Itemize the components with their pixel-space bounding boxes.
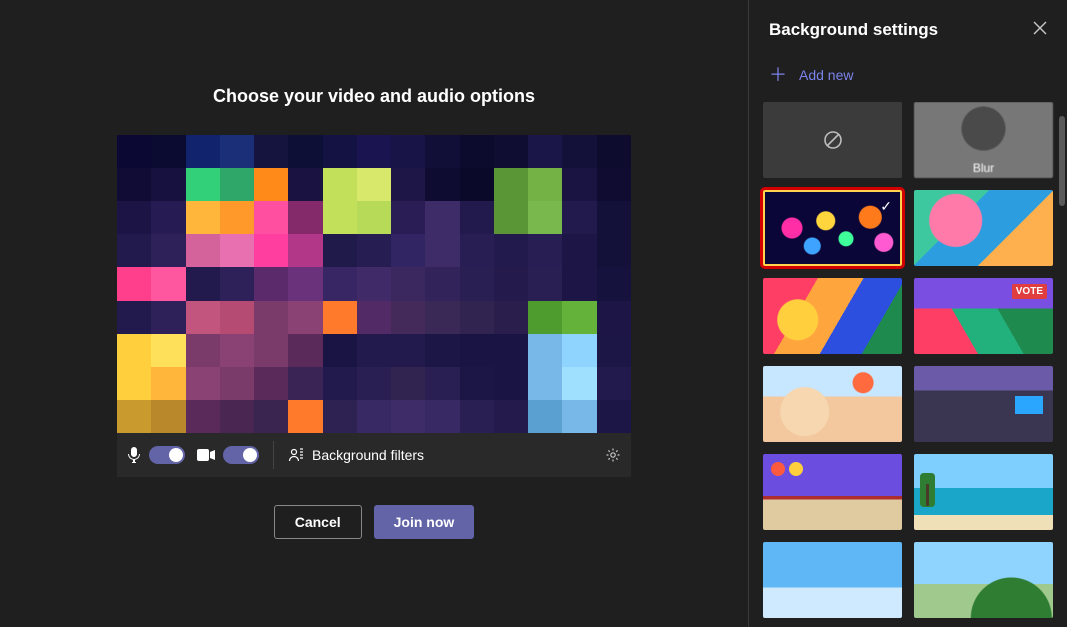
background-tile-cafe[interactable]: [763, 366, 902, 442]
background-tile-vote[interactable]: [914, 278, 1053, 354]
check-icon: ✓: [880, 198, 892, 215]
background-tile-sky[interactable]: [763, 542, 902, 618]
microphone-icon: [127, 447, 141, 463]
camera-toggle[interactable]: [223, 446, 259, 464]
add-new-label: Add new: [799, 67, 853, 83]
background-tile-bokeh[interactable]: ✓: [763, 190, 902, 266]
prejoin-main: Choose your video and audio options Back…: [0, 0, 749, 627]
blur-label: Blur: [914, 161, 1053, 175]
background-tile-abstract-pink[interactable]: [914, 190, 1053, 266]
background-tile-shelf[interactable]: [763, 454, 902, 530]
device-controls-bar: Background filters: [117, 433, 631, 477]
microphone-toggle[interactable]: [149, 446, 185, 464]
close-panel-button[interactable]: [1033, 21, 1047, 40]
plus-icon: ＋: [769, 66, 787, 84]
join-now-button[interactable]: Join now: [374, 505, 475, 539]
page-title: Choose your video and audio options: [213, 86, 535, 107]
background-settings-panel: Background settings ＋ Add new Blur ✓: [749, 0, 1067, 627]
background-tile-living-room[interactable]: [914, 366, 1053, 442]
panel-scrollbar[interactable]: [1059, 116, 1065, 206]
background-tile-blur[interactable]: Blur: [914, 102, 1053, 178]
panel-header: Background settings: [749, 0, 1067, 48]
background-tile-abstract-hands[interactable]: [763, 278, 902, 354]
add-new-background-button[interactable]: ＋ Add new: [749, 48, 1067, 102]
background-tile-hills[interactable]: [914, 542, 1053, 618]
action-row: Cancel Join now: [274, 505, 475, 539]
camera-icon: [197, 449, 215, 461]
background-filters-button[interactable]: Background filters: [288, 447, 424, 463]
none-icon: [823, 130, 843, 150]
video-preview-pixels: [117, 135, 631, 433]
cancel-button[interactable]: Cancel: [274, 505, 362, 539]
background-tile-none[interactable]: [763, 102, 902, 178]
video-preview: [117, 135, 631, 433]
background-tile-grid: Blur ✓: [749, 102, 1067, 627]
background-filters-label: Background filters: [312, 447, 424, 463]
device-settings-button[interactable]: [605, 447, 621, 463]
divider: [273, 441, 274, 469]
panel-title: Background settings: [769, 20, 938, 40]
person-blur-icon: [288, 447, 304, 463]
background-tile-beach[interactable]: [914, 454, 1053, 530]
